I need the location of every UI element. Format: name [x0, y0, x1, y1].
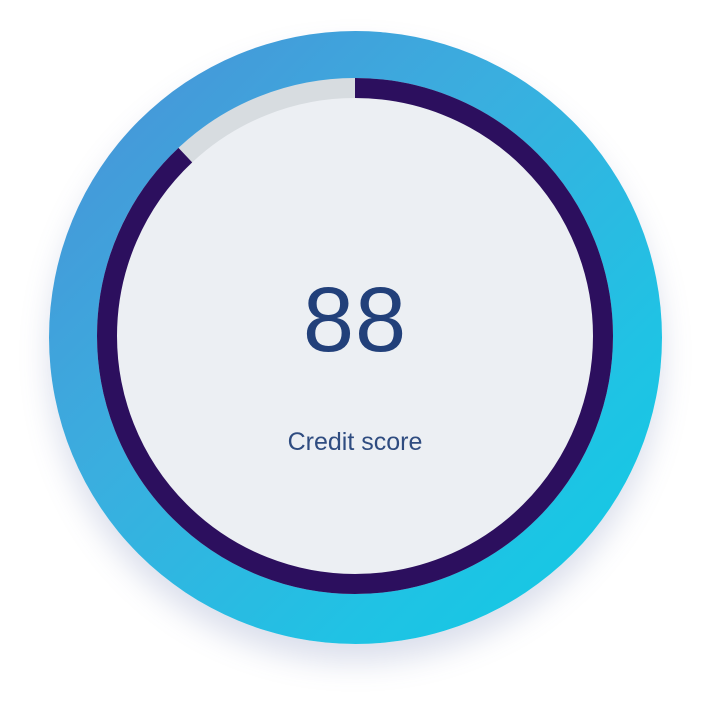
- credit-score-widget: 88 Credit score: [0, 0, 710, 711]
- credit-score-label: Credit score: [287, 428, 423, 456]
- credit-score-value: 88: [302, 269, 408, 371]
